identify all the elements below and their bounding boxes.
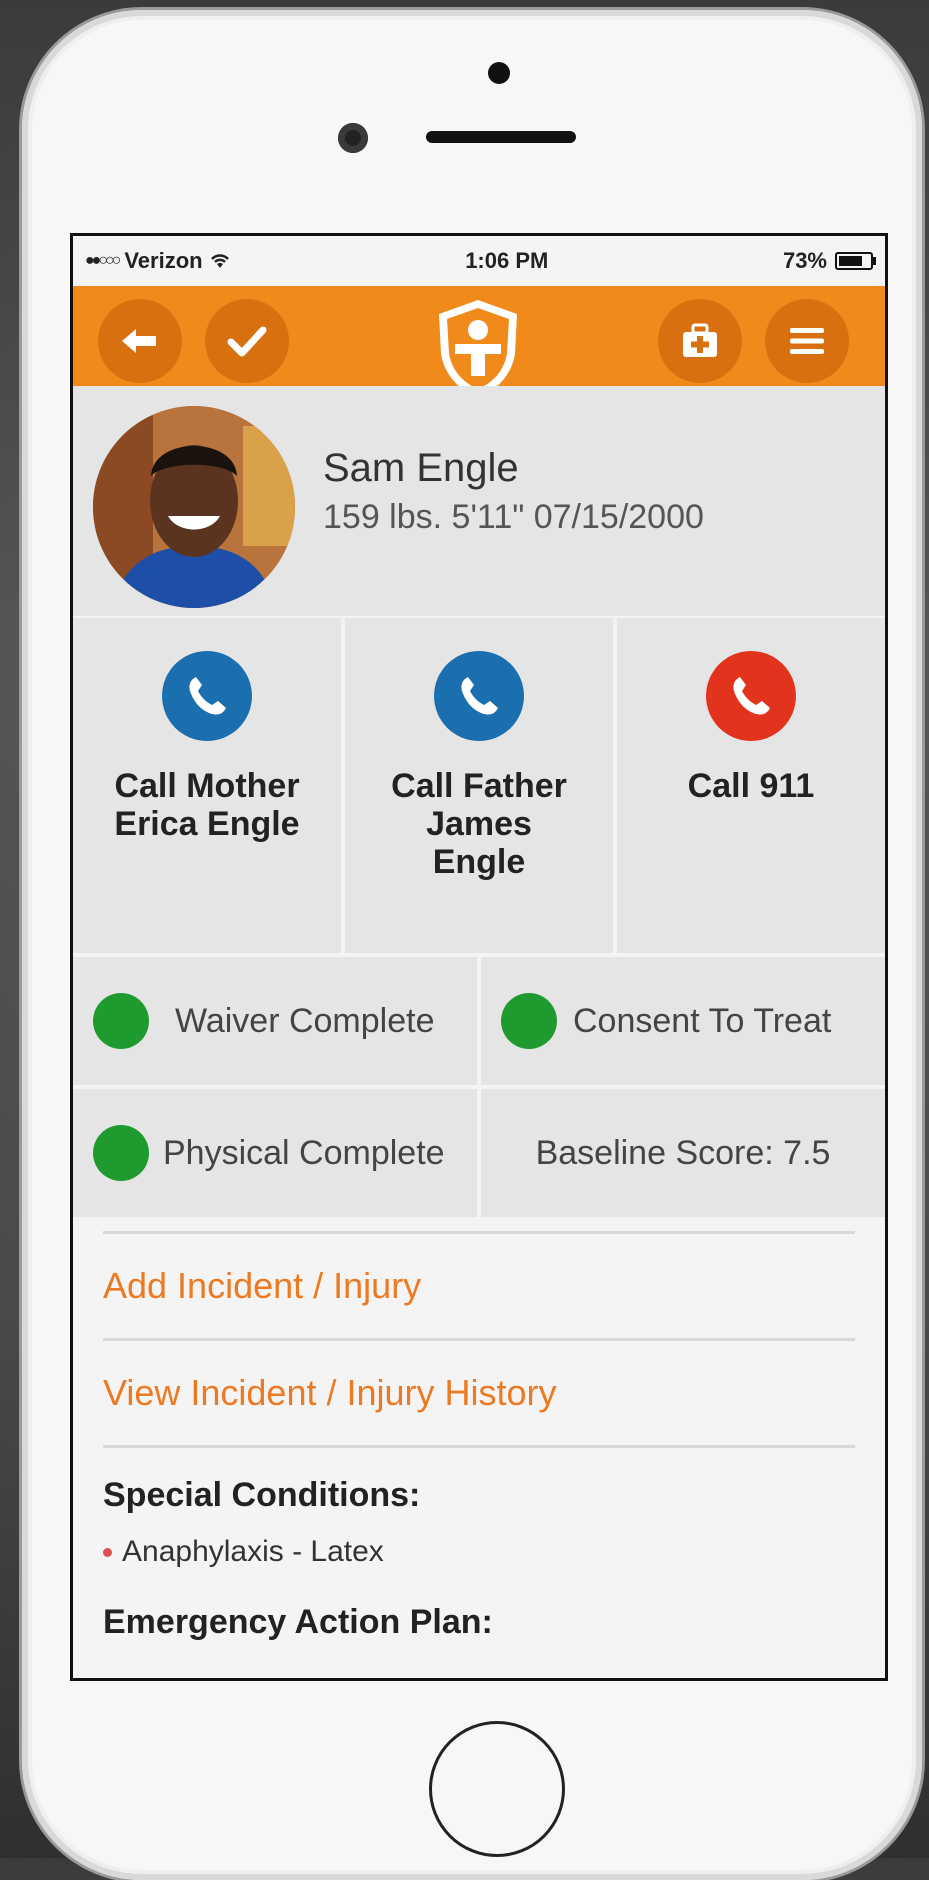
waiver-label: Waiver Complete (175, 1001, 435, 1040)
consent-label: Consent To Treat (573, 1001, 832, 1040)
back-button[interactable] (98, 299, 182, 383)
athlete-name: Sam Engle (323, 446, 519, 490)
back-arrow-icon (122, 329, 156, 353)
app-screen: ●●○○○ Verizon 1:06 PM 73% Sam Engle 159 … (70, 233, 888, 1681)
athlete-stats: 159 lbs. 5'11" 07/15/2000 (323, 498, 704, 536)
shield-person-logo-icon (433, 296, 523, 400)
avatar (93, 406, 295, 608)
emergency-plan-title: Emergency Action Plan: (103, 1603, 493, 1641)
carrier-name: Verizon (124, 248, 203, 273)
athlete-profile-header: Sam Engle 159 lbs. 5'11" 07/15/2000 (73, 386, 885, 618)
consent-status[interactable]: Consent To Treat (481, 957, 885, 1085)
special-conditions-title: Special Conditions: (103, 1476, 421, 1514)
complete-status-icon (501, 993, 557, 1049)
add-incident-link[interactable]: Add Incident / Injury (103, 1231, 855, 1338)
front-camera (338, 123, 368, 153)
call-actions: Call Mother Erica Engle Call Father Jame… (73, 618, 885, 953)
bullet-icon (103, 1547, 112, 1557)
phone-icon (434, 651, 524, 741)
status-grid: Waiver Complete Consent To Treat Physica… (73, 957, 885, 1217)
view-history-link[interactable]: View Incident / Injury History (103, 1338, 855, 1445)
checkmark-icon (227, 326, 267, 357)
signal-strength-icon: ●●○○○ (85, 252, 121, 269)
earpiece-speaker (426, 131, 576, 143)
top-navbar (73, 286, 885, 398)
first-aid-kit-icon (683, 323, 717, 357)
status-time: 1:06 PM (465, 248, 549, 273)
call-father-label: Call Father James Engle (391, 767, 567, 881)
battery-percent: 73% (782, 248, 827, 273)
call-mother-button[interactable]: Call Mother Erica Engle (73, 618, 341, 953)
physical-label: Physical Complete (163, 1133, 445, 1172)
call-mother-label: Call Mother Erica Engle (114, 767, 300, 843)
baseline-score[interactable]: Baseline Score: 7.5 (481, 1089, 885, 1217)
wifi-icon (210, 254, 229, 268)
complete-status-icon (93, 993, 149, 1049)
phone-icon (162, 651, 252, 741)
home-button[interactable] (429, 1721, 565, 1857)
hamburger-menu-icon (790, 328, 824, 354)
condition-text: Anaphylaxis - Latex (122, 1535, 384, 1568)
first-aid-button[interactable] (658, 299, 742, 383)
menu-button[interactable] (765, 299, 849, 383)
call-911-button[interactable]: Call 911 (617, 618, 885, 953)
baseline-label: Baseline Score: 7.5 (535, 1133, 831, 1172)
complete-status-icon (93, 1125, 149, 1181)
battery-icon (835, 252, 876, 270)
status-bar: ●●○○○ Verizon 1:06 PM 73% (73, 236, 885, 286)
list-item: Anaphylaxis - Latex (103, 1535, 855, 1569)
waiver-status[interactable]: Waiver Complete (73, 957, 477, 1085)
special-conditions-section: Special Conditions: Anaphylaxis - Latex … (103, 1445, 855, 1642)
phone-icon (706, 651, 796, 741)
confirm-button[interactable] (205, 299, 289, 383)
physical-status[interactable]: Physical Complete (73, 1089, 477, 1217)
actions-list: Add Incident / Injury View Incident / In… (73, 1217, 885, 1642)
call-father-button[interactable]: Call Father James Engle (345, 618, 613, 953)
call-911-label: Call 911 (687, 767, 815, 805)
sensor-dot (488, 62, 510, 84)
